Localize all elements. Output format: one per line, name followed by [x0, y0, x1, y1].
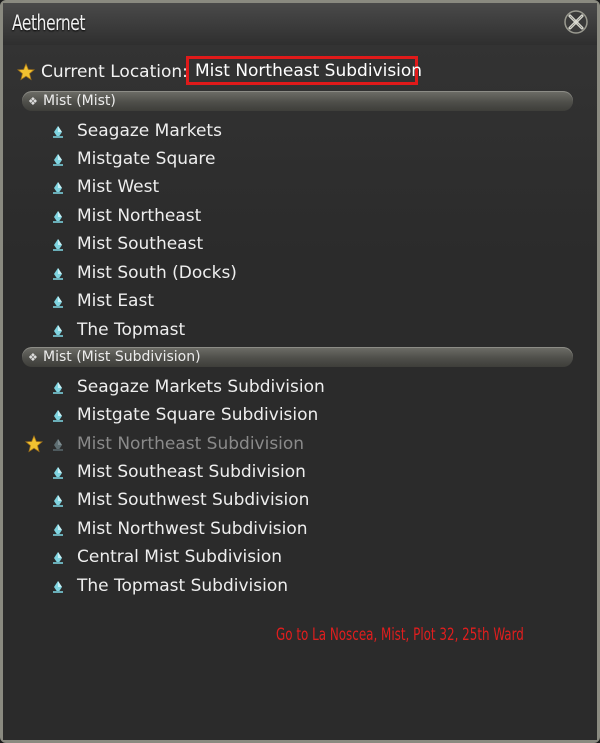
current-location-text: Mist Northeast Subdivision [195, 60, 423, 81]
aetheryte-crystal-icon [51, 323, 65, 337]
diamond-bullet-icon: ❖ [28, 94, 38, 108]
aetheryte-crystal-icon [51, 294, 65, 308]
group-header-mist[interactable]: ❖ Mist (Mist) [22, 91, 573, 111]
aethernet-window: Aethernet Current Location: Mist Northea… [0, 0, 600, 743]
current-location-value: Mist Northeast Subdivision [186, 56, 422, 85]
list-item-mist-northwest-subdivision[interactable]: Mist Northwest Subdivision [51, 517, 308, 541]
list-item-mistgate-square-subdivision[interactable]: Mistgate Square Subdivision [51, 403, 318, 427]
diamond-bullet-icon: ❖ [28, 350, 38, 364]
aetheryte-crystal-icon [51, 237, 65, 251]
list-item-label: The Topmast Subdivision [77, 576, 289, 596]
list-item-mist-northeast-subdivision-current: Mist Northeast Subdivision [51, 432, 304, 456]
close-icon[interactable] [563, 9, 589, 35]
list-item-the-topmast-subdivision[interactable]: The Topmast Subdivision [51, 574, 288, 598]
list-item-label: Mist East [77, 291, 154, 311]
current-location-row: Current Location: [16, 59, 188, 85]
list-item-mist-west[interactable]: Mist West [51, 175, 159, 199]
list-item-label: Seagaze Markets [77, 121, 222, 141]
list-item-label: Mist Southeast Subdivision [77, 462, 306, 482]
list-item-central-mist-subdivision[interactable]: Central Mist Subdivision [51, 545, 282, 569]
list-item-label: Mist Southwest Subdivision [77, 490, 310, 510]
group-header-label: Mist (Mist Subdivision) [43, 349, 201, 365]
aetheryte-crystal-icon [51, 493, 65, 507]
list-item-seagaze-markets[interactable]: Seagaze Markets [51, 119, 222, 143]
list-item-mist-southwest-subdivision[interactable]: Mist Southwest Subdivision [51, 488, 309, 512]
aetheryte-crystal-icon [51, 266, 65, 280]
list-item-label: Mistgate Square [77, 149, 216, 169]
list-item-label: Mist South (Docks) [77, 263, 237, 283]
current-location-label: Current Location: [41, 62, 188, 82]
aetheryte-crystal-icon [51, 124, 65, 138]
list-item-mist-southeast[interactable]: Mist Southeast [51, 232, 203, 256]
list-item-label: The Topmast [77, 320, 186, 340]
group-header-mist-subdivision[interactable]: ❖ Mist (Mist Subdivision) [22, 347, 573, 367]
aetheryte-crystal-icon [51, 152, 65, 166]
list-item-mistgate-square[interactable]: Mistgate Square [51, 147, 216, 171]
aetheryte-crystal-icon [51, 380, 65, 394]
directions-annotation: Go to La Noscea, Mist, Plot 32, 25th War… [276, 625, 524, 645]
list-item-seagaze-markets-subdivision[interactable]: Seagaze Markets Subdivision [51, 375, 325, 399]
window-title: Aethernet [12, 11, 86, 35]
list-item-mist-southeast-subdivision[interactable]: Mist Southeast Subdivision [51, 460, 306, 484]
aetheryte-crystal-icon [51, 180, 65, 194]
aetheryte-crystal-icon [51, 579, 65, 593]
list-item-label: Mist Northeast Subdivision [77, 434, 305, 454]
title-bar[interactable]: Aethernet [3, 3, 597, 46]
aetheryte-crystal-icon [51, 437, 65, 451]
list-item-mist-northeast[interactable]: Mist Northeast [51, 204, 201, 228]
list-item-mist-east[interactable]: Mist East [51, 289, 154, 313]
star-icon [16, 62, 36, 81]
list-item-label: Mist Southeast [77, 234, 204, 254]
list-item-label: Central Mist Subdivision [77, 547, 283, 567]
aetheryte-crystal-icon [51, 522, 65, 536]
list-item-mist-south-docks[interactable]: Mist South (Docks) [51, 261, 237, 285]
list-item-label: Mist Northwest Subdivision [77, 519, 308, 539]
list-item-label: Mist Northeast [77, 206, 202, 226]
aetheryte-crystal-icon [51, 550, 65, 564]
group-header-label: Mist (Mist) [43, 93, 116, 109]
aetheryte-crystal-icon [51, 465, 65, 479]
list-item-the-topmast[interactable]: The Topmast [51, 318, 185, 342]
list-item-label: Seagaze Markets Subdivision [77, 377, 325, 397]
star-icon [24, 434, 44, 453]
aetheryte-crystal-icon [51, 408, 65, 422]
list-item-label: Mist West [77, 177, 160, 197]
aetheryte-crystal-icon [51, 209, 65, 223]
list-item-label: Mistgate Square Subdivision [77, 405, 319, 425]
